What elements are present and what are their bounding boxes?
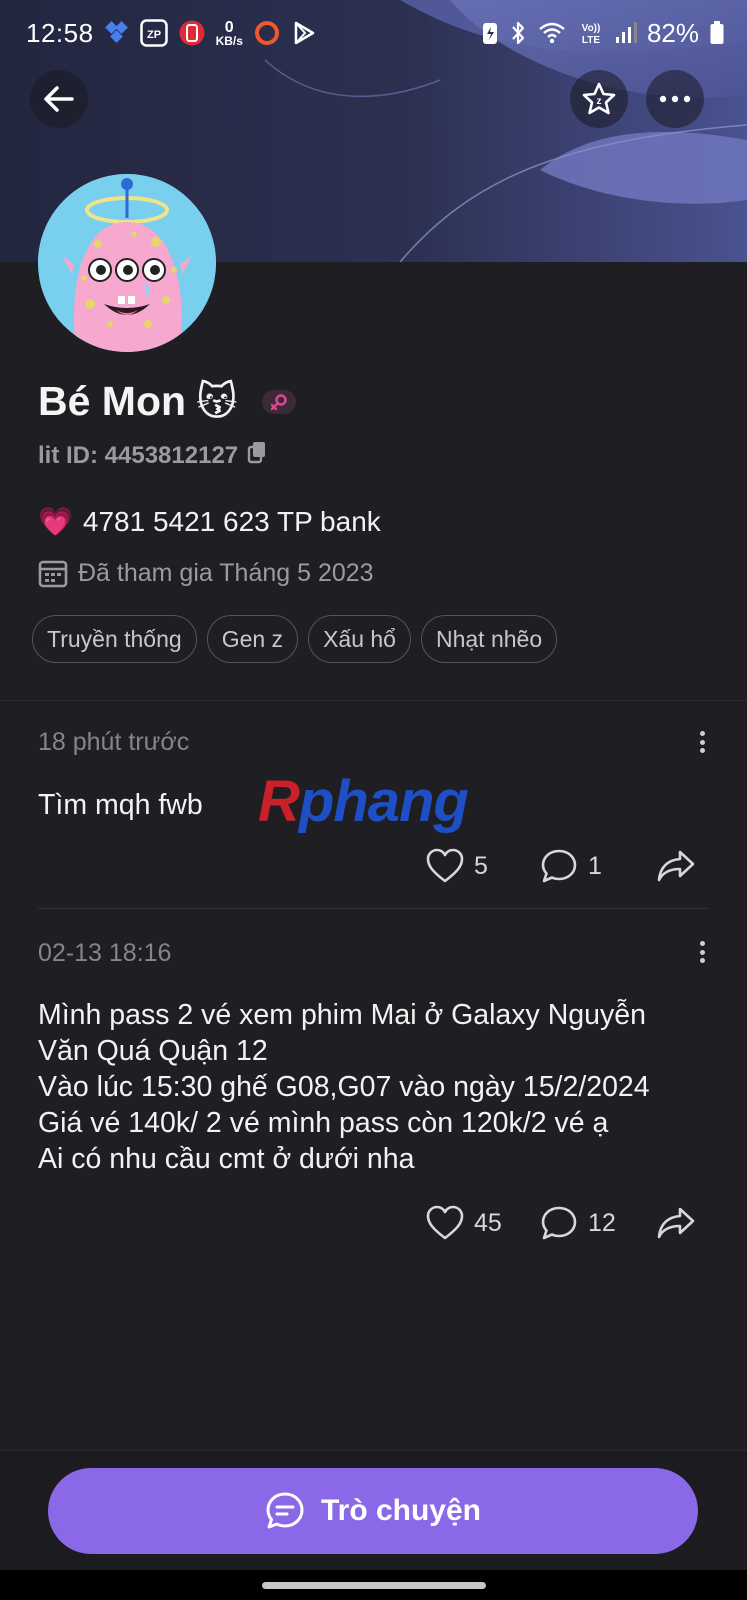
zalopay-icon: ZP (139, 19, 168, 47)
post-actions: 5 1 (0, 848, 747, 892)
home-gesture-handle[interactable] (262, 1582, 486, 1589)
chat-icon (266, 1492, 304, 1529)
share-button[interactable] (656, 848, 696, 884)
battery-percent: 82% (646, 17, 699, 48)
interest-tags: Truyền thống Gen z Xấu hổ Nhạt nhẽo (32, 615, 558, 663)
svg-text:z: z (597, 96, 602, 107)
lit-id-text: lit ID: 4453812127 (38, 441, 239, 469)
more-icon (659, 95, 691, 103)
back-arrow-icon (44, 86, 74, 112)
tag-chip[interactable]: Gen z (206, 615, 299, 663)
post-text[interactable]: Mình pass 2 vé xem phim Mai ở Galaxy Ngu… (38, 997, 728, 1177)
battery-saver-icon (481, 19, 499, 47)
status-right: Vo)) LTE 82% (481, 18, 725, 49)
svg-text:ZP: ZP (147, 29, 161, 41)
profile-bio: 💗 4781 5421 623 TP bank (38, 505, 381, 538)
status-time: 12:58 (26, 17, 94, 48)
profile-name-row: Bé Mon 😽 (38, 378, 296, 425)
name-emoji: 😽 (196, 379, 238, 424)
chat-button-label: Trò chuyện (320, 1494, 482, 1527)
watermark-first-letter: R (258, 769, 300, 834)
joined-date-row: Đã tham gia Tháng 5 2023 (38, 558, 374, 588)
post-timestamp: 18 phút trước (38, 728, 190, 756)
female-icon (270, 393, 287, 410)
play-store-icon (291, 19, 317, 47)
heart-icon (426, 1205, 464, 1240)
share-icon (657, 1207, 695, 1239)
profile-screen: 12:58 ZP 0 KB/s Vo)) LTE 82% z Bé Mon 😽 … (0, 0, 747, 1600)
network-type-label: LTE (582, 35, 600, 46)
red-app-icon (178, 19, 206, 47)
comment-button[interactable]: 12 (540, 1205, 616, 1241)
comment-icon (541, 1206, 577, 1240)
chat-button[interactable]: Trò chuyện (48, 1468, 698, 1554)
like-button[interactable]: 5 (426, 848, 488, 884)
joined-text: Đã tham gia Tháng 5 2023 (78, 558, 374, 587)
bio-heart-emoji: 💗 (38, 506, 73, 537)
lit-id-row: lit ID: 4453812127 (38, 440, 268, 471)
copy-icon (247, 442, 266, 464)
back-button[interactable] (30, 70, 88, 128)
copy-id-button[interactable] (246, 440, 268, 471)
like-count: 5 (474, 851, 488, 880)
comment-count: 1 (588, 851, 602, 880)
comment-button[interactable]: 1 (540, 848, 602, 884)
heart-icon (426, 848, 464, 883)
wifi-icon (537, 19, 567, 47)
share-icon (657, 850, 695, 882)
svg-text:Vo)): Vo)) (582, 23, 601, 34)
gender-badge (261, 389, 296, 414)
tag-chip[interactable]: Truyền thống (32, 615, 197, 663)
volte-icon: Vo)) LTE (577, 19, 605, 47)
tag-chip[interactable]: Xấu hổ (308, 615, 411, 663)
avatar-monster-image (38, 174, 216, 352)
like-button[interactable]: 45 (426, 1205, 502, 1241)
comment-count: 12 (588, 1208, 616, 1237)
status-left: 12:58 ZP 0 KB/s (26, 18, 317, 49)
post-more-button[interactable] (690, 937, 714, 967)
profile-avatar[interactable] (38, 174, 216, 352)
network-speed: 0 KB/s (215, 19, 243, 48)
favorite-button[interactable]: z (570, 70, 628, 128)
section-divider (0, 700, 747, 701)
post-actions: 45 12 (0, 1205, 747, 1249)
like-count: 45 (474, 1208, 502, 1237)
star-icon: z (582, 82, 616, 115)
bluetooth-icon (509, 19, 527, 47)
network-speed-unit: KB/s (215, 33, 243, 48)
post-more-button[interactable] (690, 727, 714, 757)
watermark-rest: phang (298, 769, 469, 834)
post-timestamp: 02-13 18:16 (38, 939, 172, 967)
battery-icon (709, 19, 725, 47)
watermark-logo: Rphang (258, 768, 469, 835)
profile-name: Bé Mon (38, 378, 187, 424)
post-divider (38, 908, 708, 909)
signal-icon (615, 19, 637, 47)
comment-icon (541, 849, 577, 883)
tag-chip[interactable]: Nhạt nhẽo (420, 615, 558, 663)
more-options-button[interactable] (646, 70, 704, 128)
calendar-icon (38, 560, 68, 588)
share-button[interactable] (656, 1205, 696, 1241)
bio-text: 4781 5421 623 TP bank (82, 505, 381, 537)
circle-app-icon (253, 19, 281, 47)
app-notification-icon (104, 19, 130, 47)
status-bar: 12:58 ZP 0 KB/s Vo)) LTE 82% (0, 0, 747, 66)
